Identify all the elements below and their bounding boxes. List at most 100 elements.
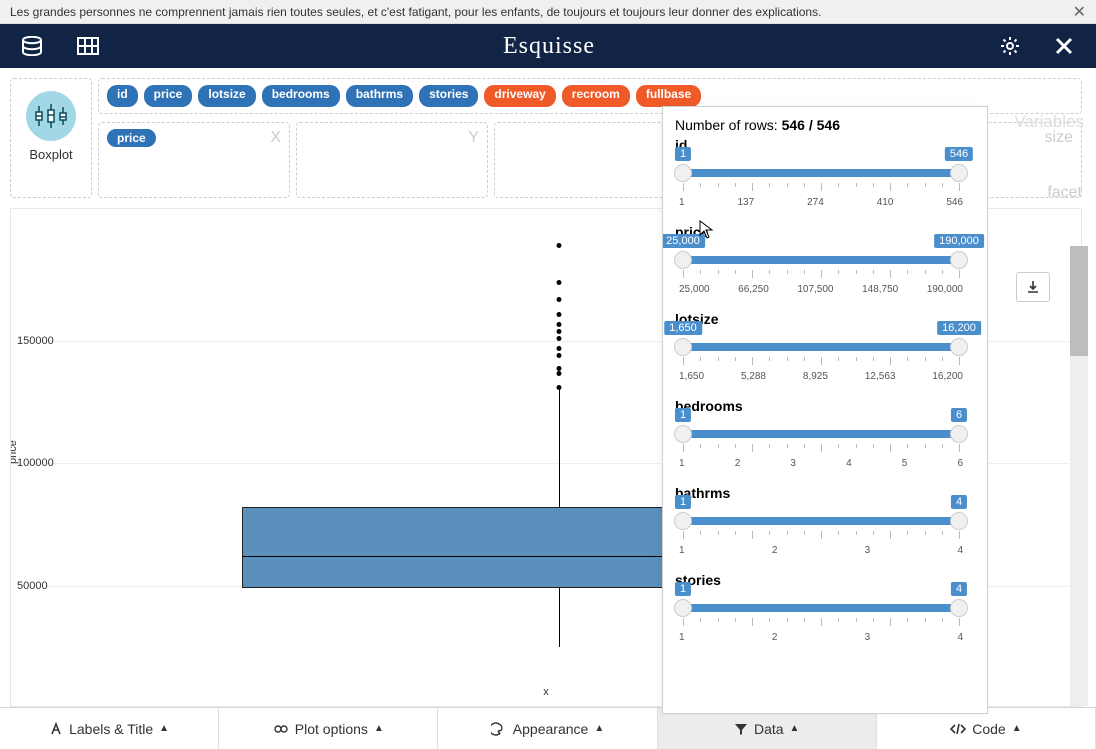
pill-id[interactable]: id	[107, 85, 138, 107]
slider-tick: 137	[737, 197, 754, 208]
caret-up-icon: ▲	[159, 723, 169, 734]
tab-appearance[interactable]: Appearance▲	[438, 708, 657, 749]
caret-up-icon: ▲	[374, 723, 384, 734]
slider-handle-hi[interactable]	[950, 599, 968, 617]
slider-tick: 2	[772, 632, 778, 643]
slider-tick: 190,000	[927, 284, 963, 295]
app-title: Esquisse	[503, 33, 595, 60]
slider-track[interactable]: 1,65016,200	[683, 343, 959, 351]
caret-up-icon: ▲	[594, 723, 604, 734]
pill-lotsize[interactable]: lotsize	[198, 85, 255, 107]
tab-labels-title-text: Labels & Title	[69, 721, 153, 737]
variables-placeholder: Variables	[992, 106, 1088, 132]
slider-handle-lo[interactable]	[674, 512, 692, 530]
dropzone-fill[interactable]: fill	[494, 122, 686, 198]
slider-badge-lo: 1	[675, 147, 691, 161]
dz-facet-label: facet	[1047, 178, 1086, 202]
slider-bathrms: bathrms 14 1 2 3 4	[675, 485, 967, 556]
code-icon	[950, 722, 966, 736]
rows-label: Number of rows:	[675, 117, 782, 133]
slider-handle-lo[interactable]	[674, 425, 692, 443]
slider-badge-hi: 190,000	[934, 234, 984, 248]
slider-badge-hi: 4	[951, 495, 967, 509]
close-icon[interactable]	[1046, 31, 1082, 61]
banner-close-icon[interactable]: ✕	[1073, 2, 1086, 22]
slider-handle-lo[interactable]	[674, 338, 692, 356]
right-scrollbar-thumb[interactable]	[1070, 246, 1088, 356]
pill-recroom[interactable]: recroom	[562, 85, 630, 107]
banner-text: Les grandes personnes ne comprennent jam…	[10, 5, 821, 19]
slider-handle-hi[interactable]	[950, 251, 968, 269]
slider-title: lotsize	[675, 311, 967, 327]
settings-icon[interactable]	[992, 31, 1028, 61]
caret-up-icon: ▲	[790, 723, 800, 734]
pill-bedrooms[interactable]: bedrooms	[262, 85, 340, 107]
pill-stories[interactable]: stories	[419, 85, 478, 107]
slider-tick: 5,288	[741, 371, 766, 382]
slider-handle-lo[interactable]	[674, 599, 692, 617]
slider-handle-lo[interactable]	[674, 164, 692, 182]
slider-handle-hi[interactable]	[950, 338, 968, 356]
slider-title: stories	[675, 572, 967, 588]
slider-id: id15461137274410546	[675, 137, 967, 208]
slider-tick: 5	[902, 458, 908, 469]
dropzone-y[interactable]: Y	[296, 122, 488, 198]
slider-track[interactable]: 16	[683, 430, 959, 438]
slider-badge-lo: 1,650	[664, 321, 702, 335]
rows-count: Number of rows: 546 / 546	[675, 117, 967, 133]
slider-tick: 1	[679, 545, 685, 556]
slider-badge-lo: 25,000	[662, 234, 705, 248]
tab-data[interactable]: Data ▲	[658, 708, 877, 749]
table-view-icon[interactable]	[70, 31, 106, 61]
slider-lotsize: lotsize1,65016,2001,6505,2888,92512,5631…	[675, 311, 967, 382]
slider-tick: 107,500	[797, 284, 833, 295]
slider-badge-hi: 4	[951, 582, 967, 596]
slider-tick: 148,750	[862, 284, 898, 295]
slider-tick: 274	[807, 197, 824, 208]
caret-up-icon: ▲	[1012, 723, 1022, 734]
slider-badge-hi: 16,200	[937, 321, 981, 335]
slider-stories: stories141234	[675, 572, 967, 643]
pill-fullbase[interactable]: fullbase	[636, 85, 701, 107]
right-scrollbar[interactable]	[1070, 246, 1088, 706]
dz-y-label: Y	[468, 129, 479, 147]
slider-track[interactable]: 14	[683, 604, 959, 612]
slider-tick: 2	[772, 545, 778, 556]
slider-tick: 4	[957, 632, 963, 643]
ytick: 100000	[17, 457, 54, 469]
slider-bedrooms: bedrooms16123456	[675, 398, 967, 469]
slider-tick: 6	[957, 458, 963, 469]
dropzone-x[interactable]: price X	[98, 122, 290, 198]
slider-handle-hi[interactable]	[950, 512, 968, 530]
slider-tick: 3	[865, 545, 871, 556]
xchip-price[interactable]: price	[107, 129, 156, 147]
pill-driveway[interactable]: driveway	[484, 85, 555, 107]
slider-title: bathrms	[675, 485, 967, 501]
slider-track[interactable]: 1546	[683, 169, 959, 177]
pill-price[interactable]: price	[144, 85, 193, 107]
tab-code[interactable]: Code ▲	[877, 708, 1096, 749]
geom-selector[interactable]: Boxplot	[10, 78, 92, 198]
slider-track[interactable]: 25,000190,000	[683, 256, 959, 264]
slider-tick: 3	[790, 458, 796, 469]
slider-handle-hi[interactable]	[950, 425, 968, 443]
tab-labels-title[interactable]: Labels & Title ▲	[0, 708, 219, 749]
filter-icon	[734, 722, 748, 736]
slider-track[interactable]: 14	[683, 517, 959, 525]
tab-data-text: Data	[754, 721, 784, 737]
slider-handle-hi[interactable]	[950, 164, 968, 182]
tab-code-text: Code	[972, 721, 1005, 737]
slider-handle-lo[interactable]	[674, 251, 692, 269]
download-button[interactable]	[1016, 272, 1050, 302]
slider-tick: 1,650	[679, 371, 704, 382]
slider-tick: 8,925	[803, 371, 828, 382]
slider-tick: 546	[946, 197, 963, 208]
slider-tick: 3	[865, 632, 871, 643]
slider-badge-lo: 1	[675, 582, 691, 596]
data-source-icon[interactable]	[14, 31, 50, 61]
right-strip: Variables facet	[992, 106, 1088, 714]
pill-bathrms[interactable]: bathrms	[346, 85, 413, 107]
slider-badge-hi: 6	[951, 408, 967, 422]
tab-plot-options[interactable]: Plot options▲	[219, 708, 438, 749]
slider-tick: 1	[679, 632, 685, 643]
